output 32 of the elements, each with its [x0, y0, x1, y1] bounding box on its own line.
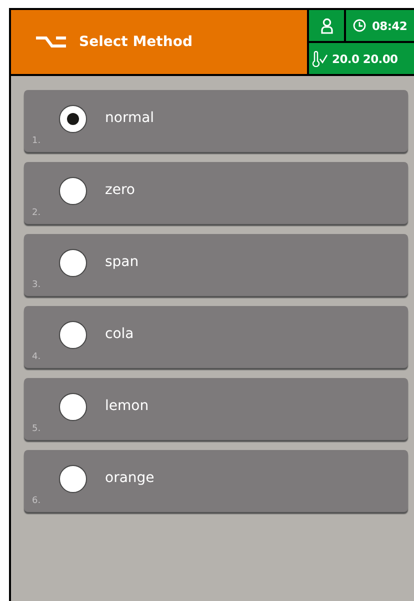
option-number: 4.: [32, 352, 41, 362]
method-option[interactable]: span 3.: [24, 234, 408, 296]
option-number: 3.: [32, 280, 41, 290]
option-number: 2.: [32, 208, 41, 218]
radio-button[interactable]: [59, 249, 87, 277]
radio-button[interactable]: [59, 105, 87, 133]
method-name: span: [105, 254, 139, 270]
radio-button[interactable]: [59, 321, 87, 349]
screen-title: Select Method: [79, 34, 192, 50]
temperature-text: 20.0 20.00: [332, 52, 398, 66]
user-button[interactable]: [309, 10, 344, 41]
time-text: 08:42: [372, 18, 408, 32]
radio-button[interactable]: [59, 393, 87, 421]
method-name: lemon: [105, 398, 149, 414]
user-icon: [320, 18, 332, 34]
option-number: 6.: [32, 496, 41, 506]
method-option[interactable]: zero 2.: [24, 162, 408, 224]
method-option[interactable]: normal 1.: [24, 90, 408, 152]
method-name: orange: [105, 470, 154, 486]
radio-button[interactable]: [59, 177, 87, 205]
method-option[interactable]: lemon 5.: [24, 378, 408, 440]
thermometer-icon: [312, 50, 320, 66]
clock-icon: [352, 19, 366, 32]
option-number: 1.: [32, 136, 41, 146]
method-option[interactable]: orange 6.: [24, 450, 408, 512]
method-name: zero: [105, 182, 135, 198]
radio-button[interactable]: [59, 465, 87, 493]
method-name: cola: [105, 326, 134, 342]
option-number: 5.: [32, 424, 41, 434]
method-icon: [35, 35, 67, 49]
method-option[interactable]: cola 4.: [24, 306, 408, 368]
method-name: normal: [105, 110, 154, 126]
